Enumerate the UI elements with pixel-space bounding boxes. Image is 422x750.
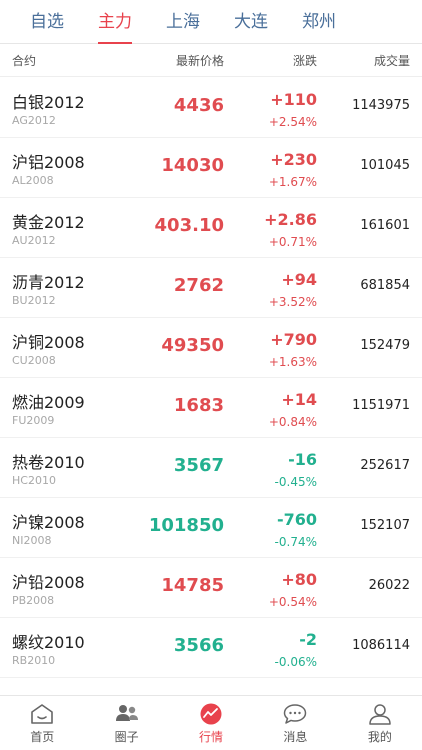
contract-name: 沥青2012 bbox=[12, 273, 85, 292]
latest-price: 3567 bbox=[173, 455, 224, 476]
tab-zhengzhou[interactable]: 郑州 bbox=[302, 0, 336, 44]
quote-row[interactable]: 白银2012 AG2012 4436 +110 +2.54% 1143975 bbox=[0, 78, 422, 138]
nav-messages[interactable]: 消息 bbox=[253, 696, 337, 750]
latest-price: 14030 bbox=[161, 155, 224, 176]
quote-row[interactable]: 螺纹2010 RB2010 3566 -2 -0.06% 1086114 bbox=[0, 618, 422, 678]
nav-community[interactable]: 圈子 bbox=[84, 696, 168, 750]
quote-row[interactable]: 燃油2009 FU2009 1683 +14 +0.84% 1151971 bbox=[0, 378, 422, 438]
nav-messages-label: 消息 bbox=[283, 730, 308, 744]
volume: 681854 bbox=[360, 278, 410, 293]
price-change: +14 bbox=[281, 390, 317, 409]
nav-community-label: 圈子 bbox=[114, 730, 139, 744]
change-percent: +0.54% bbox=[268, 595, 317, 609]
contract-code: AU2012 bbox=[12, 234, 56, 247]
nav-market[interactable]: 行情 bbox=[169, 696, 253, 750]
bottom-nav: 首页 圈子 行情 消息 我的 bbox=[0, 695, 422, 750]
header-volume[interactable]: 成交量 bbox=[374, 45, 410, 77]
change-percent: +1.63% bbox=[268, 355, 317, 369]
contract-code: FU2009 bbox=[12, 414, 55, 427]
market-chart-icon bbox=[200, 703, 222, 725]
nav-home-label: 首页 bbox=[30, 730, 55, 744]
change-percent: +1.67% bbox=[268, 175, 317, 189]
volume: 252617 bbox=[360, 458, 410, 473]
quote-row[interactable]: 热卷2010 HC2010 3567 -16 -0.45% 252617 bbox=[0, 438, 422, 498]
volume: 1151971 bbox=[352, 398, 410, 413]
nav-home[interactable]: 首页 bbox=[0, 696, 84, 750]
price-change: +110 bbox=[270, 90, 317, 109]
contract-code: PB2008 bbox=[12, 594, 55, 607]
app-root: 自选 主力 上海 大连 郑州 合约 最新价格 涨跌 成交量 白银2012 AG2… bbox=[0, 0, 422, 750]
change-percent: -0.06% bbox=[274, 655, 317, 669]
price-change: +790 bbox=[270, 330, 317, 349]
volume: 101045 bbox=[360, 158, 410, 173]
quote-row[interactable]: 沪铝2008 AL2008 14030 +230 +1.67% 101045 bbox=[0, 138, 422, 198]
tab-shanghai[interactable]: 上海 bbox=[166, 0, 200, 44]
volume: 152107 bbox=[360, 518, 410, 533]
price-change: +80 bbox=[281, 570, 317, 589]
volume: 1086114 bbox=[352, 638, 410, 653]
quote-row[interactable]: 沪镍2008 NI2008 101850 -760 -0.74% 152107 bbox=[0, 498, 422, 558]
people-icon bbox=[115, 705, 138, 721]
contract-name: 热卷2010 bbox=[12, 453, 85, 472]
change-percent: +0.71% bbox=[268, 235, 317, 249]
volume: 152479 bbox=[360, 338, 410, 353]
latest-price: 3566 bbox=[173, 635, 224, 656]
quote-list: 白银2012 AG2012 4436 +110 +2.54% 1143975 沪… bbox=[0, 78, 422, 678]
contract-code: RB2010 bbox=[12, 654, 56, 667]
change-percent: +3.52% bbox=[268, 295, 317, 309]
contract-name: 沪铜2008 bbox=[12, 333, 85, 352]
quote-row[interactable]: 沪铜2008 CU2008 49350 +790 +1.63% 152479 bbox=[0, 318, 422, 378]
contract-code: AL2008 bbox=[12, 174, 54, 187]
price-change: -760 bbox=[276, 510, 317, 529]
tab-dalian[interactable]: 大连 bbox=[234, 0, 268, 44]
contract-code: BU2012 bbox=[12, 294, 56, 307]
contract-code: AG2012 bbox=[12, 114, 56, 127]
contract-name: 沪铝2008 bbox=[12, 153, 85, 172]
volume: 161601 bbox=[360, 218, 410, 233]
contract-code: NI2008 bbox=[12, 534, 52, 547]
price-change: -16 bbox=[288, 450, 317, 469]
volume: 1143975 bbox=[352, 98, 410, 113]
contract-name: 白银2012 bbox=[12, 93, 85, 112]
change-percent: -0.74% bbox=[274, 535, 317, 549]
contract-name: 沪镍2008 bbox=[12, 513, 85, 532]
latest-price: 1683 bbox=[173, 395, 224, 416]
nav-profile-label: 我的 bbox=[367, 730, 392, 744]
header-contract: 合约 bbox=[12, 54, 37, 68]
contract-name: 燃油2009 bbox=[12, 393, 85, 412]
volume: 26022 bbox=[368, 578, 410, 593]
price-change: +230 bbox=[270, 150, 317, 169]
price-change: +94 bbox=[281, 270, 317, 289]
quote-row[interactable]: 黄金2012 AU2012 403.10 +2.86 +0.71% 161601 bbox=[0, 198, 422, 258]
latest-price: 403.10 bbox=[154, 215, 224, 236]
contract-name: 沪铅2008 bbox=[12, 573, 85, 592]
change-percent: +0.84% bbox=[268, 415, 317, 429]
contract-name: 螺纹2010 bbox=[12, 633, 85, 652]
contract-name: 黄金2012 bbox=[12, 213, 85, 232]
change-percent: -0.45% bbox=[274, 475, 317, 489]
latest-price: 49350 bbox=[161, 335, 224, 356]
table-header: 合约 最新价格 涨跌 成交量 bbox=[0, 45, 422, 77]
quote-row[interactable]: 沪铅2008 PB2008 14785 +80 +0.54% 26022 bbox=[0, 558, 422, 618]
price-change: -2 bbox=[299, 630, 317, 649]
price-change: +2.86 bbox=[264, 210, 317, 229]
market-tabs: 自选 主力 上海 大连 郑州 bbox=[0, 0, 422, 44]
message-icon bbox=[284, 704, 307, 724]
latest-price: 101850 bbox=[148, 515, 224, 536]
latest-price: 14785 bbox=[161, 575, 224, 596]
header-change[interactable]: 涨跌 bbox=[293, 45, 317, 77]
latest-price: 2762 bbox=[173, 275, 224, 296]
profile-icon bbox=[369, 704, 391, 725]
tab-main[interactable]: 主力 bbox=[98, 0, 132, 44]
home-icon bbox=[31, 704, 54, 724]
header-price[interactable]: 最新价格 bbox=[176, 45, 224, 77]
latest-price: 4436 bbox=[173, 95, 224, 116]
tab-watchlist[interactable]: 自选 bbox=[30, 0, 64, 44]
change-percent: +2.54% bbox=[268, 115, 317, 129]
contract-code: HC2010 bbox=[12, 474, 56, 487]
contract-code: CU2008 bbox=[12, 354, 56, 367]
nav-market-label: 行情 bbox=[199, 730, 224, 744]
nav-profile[interactable]: 我的 bbox=[338, 696, 422, 750]
quote-row[interactable]: 沥青2012 BU2012 2762 +94 +3.52% 681854 bbox=[0, 258, 422, 318]
